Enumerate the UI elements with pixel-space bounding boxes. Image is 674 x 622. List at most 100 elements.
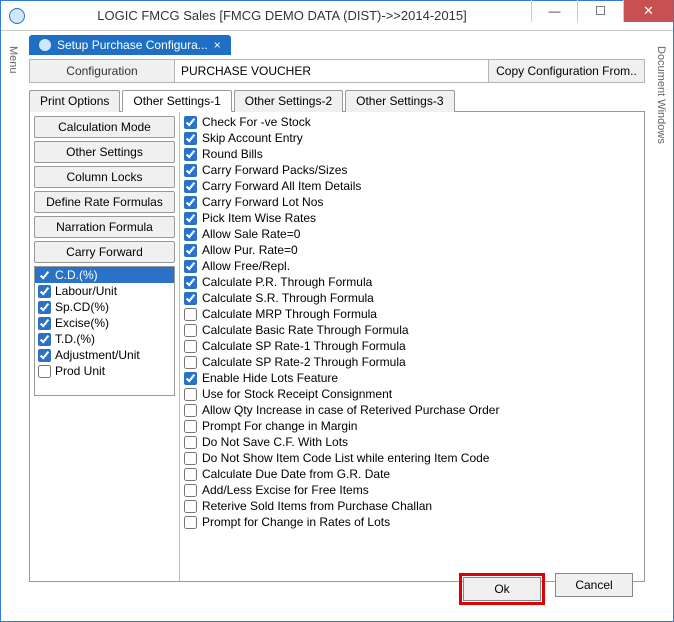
settings-checkbox[interactable] — [184, 116, 197, 129]
settings-check-row[interactable]: Prompt for Change in Rates of Lots — [184, 514, 640, 530]
panel-button[interactable]: Narration Formula — [34, 216, 175, 238]
settings-checkbox[interactable] — [184, 420, 197, 433]
settings-check-row[interactable]: Prompt For change in Margin — [184, 418, 640, 434]
carry-forward-item[interactable]: T.D.(%) — [35, 331, 174, 347]
settings-check-row[interactable]: Calculate SP Rate-1 Through Formula — [184, 338, 640, 354]
carry-forward-item[interactable]: Labour/Unit — [35, 283, 174, 299]
settings-checkbox[interactable] — [184, 228, 197, 241]
document-tabs: Setup Purchase Configura... × — [29, 33, 645, 57]
carry-forward-list[interactable]: C.D.(%)Labour/UnitSp.CD(%)Excise(%)T.D.(… — [34, 266, 175, 396]
carry-forward-checkbox[interactable] — [38, 285, 51, 298]
settings-check-label: Use for Stock Receipt Consignment — [202, 387, 392, 401]
settings-check-row[interactable]: Add/Less Excise for Free Items — [184, 482, 640, 498]
settings-checkbox[interactable] — [184, 244, 197, 257]
settings-check-row[interactable]: Calculate Due Date from G.R. Date — [184, 466, 640, 482]
settings-check-row[interactable]: Do Not Save C.F. With Lots — [184, 434, 640, 450]
settings-tab[interactable]: Other Settings-2 — [234, 90, 343, 112]
copy-config-button[interactable]: Copy Configuration From.. — [489, 60, 644, 82]
close-button[interactable] — [623, 0, 673, 22]
settings-check-label: Allow Pur. Rate=0 — [202, 243, 298, 257]
settings-check-row[interactable]: Use for Stock Receipt Consignment — [184, 386, 640, 402]
config-row: Configuration PURCHASE VOUCHER Copy Conf… — [29, 59, 645, 83]
settings-check-row[interactable]: Pick Item Wise Rates — [184, 210, 640, 226]
settings-checkbox[interactable] — [184, 436, 197, 449]
settings-checkbox[interactable] — [184, 500, 197, 513]
settings-check-row[interactable]: Allow Qty Increase in case of Reterived … — [184, 402, 640, 418]
tab-app-icon — [39, 39, 51, 51]
settings-checkbox[interactable] — [184, 180, 197, 193]
carry-forward-checkbox[interactable] — [38, 349, 51, 362]
settings-checkbox[interactable] — [184, 356, 197, 369]
settings-check-row[interactable]: Enable Hide Lots Feature — [184, 370, 640, 386]
panel-button[interactable]: Other Settings — [34, 141, 175, 163]
settings-checkbox[interactable] — [184, 164, 197, 177]
carry-forward-checkbox[interactable] — [38, 365, 51, 378]
settings-checkbox[interactable] — [184, 260, 197, 273]
settings-check-row[interactable]: Carry Forward Lot Nos — [184, 194, 640, 210]
config-value[interactable]: PURCHASE VOUCHER — [175, 60, 489, 82]
settings-check-row[interactable]: Carry Forward Packs/Sizes — [184, 162, 640, 178]
carry-forward-label: Sp.CD(%) — [55, 300, 109, 314]
settings-check-row[interactable]: Allow Free/Repl. — [184, 258, 640, 274]
maximize-button[interactable] — [577, 0, 623, 22]
carry-forward-item[interactable]: C.D.(%) — [35, 267, 174, 283]
settings-checkbox[interactable] — [184, 212, 197, 225]
settings-checkbox[interactable] — [184, 276, 197, 289]
panel-button[interactable]: Column Locks — [34, 166, 175, 188]
settings-check-label: Pick Item Wise Rates — [202, 211, 316, 225]
settings-checkbox[interactable] — [184, 132, 197, 145]
carry-forward-label: Adjustment/Unit — [55, 348, 140, 362]
ok-button[interactable]: Ok — [463, 577, 541, 601]
settings-check-row[interactable]: Calculate MRP Through Formula — [184, 306, 640, 322]
settings-check-row[interactable]: Skip Account Entry — [184, 130, 640, 146]
settings-check-row[interactable]: Allow Pur. Rate=0 — [184, 242, 640, 258]
settings-checkbox[interactable] — [184, 196, 197, 209]
settings-check-label: Skip Account Entry — [202, 131, 303, 145]
settings-check-row[interactable]: Reterive Sold Items from Purchase Challa… — [184, 498, 640, 514]
settings-checkbox[interactable] — [184, 340, 197, 353]
settings-check-row[interactable]: Calculate P.R. Through Formula — [184, 274, 640, 290]
settings-check-list[interactable]: Check For -ve StockSkip Account EntryRou… — [180, 112, 644, 581]
settings-check-row[interactable]: Carry Forward All Item Details — [184, 178, 640, 194]
documents-sidebar-label[interactable]: Document Windows — [655, 46, 667, 144]
panel-button[interactable]: Calculation Mode — [34, 116, 175, 138]
settings-checkbox[interactable] — [184, 452, 197, 465]
settings-checkbox[interactable] — [184, 388, 197, 401]
settings-check-row[interactable]: Calculate Basic Rate Through Formula — [184, 322, 640, 338]
carry-forward-item[interactable]: Prod Unit — [35, 363, 174, 379]
minimize-button[interactable] — [531, 0, 577, 22]
settings-tab[interactable]: Other Settings-1 — [122, 90, 231, 112]
carry-forward-checkbox[interactable] — [38, 333, 51, 346]
settings-check-row[interactable]: Do Not Show Item Code List while enterin… — [184, 450, 640, 466]
carry-forward-item[interactable]: Adjustment/Unit — [35, 347, 174, 363]
settings-checkbox[interactable] — [184, 148, 197, 161]
settings-tab[interactable]: Print Options — [29, 90, 120, 112]
settings-check-label: Carry Forward All Item Details — [202, 179, 361, 193]
document-tab-active[interactable]: Setup Purchase Configura... × — [29, 35, 231, 55]
carry-forward-checkbox[interactable] — [38, 269, 51, 282]
menu-sidebar-label[interactable]: Menu — [7, 46, 19, 74]
settings-check-row[interactable]: Allow Sale Rate=0 — [184, 226, 640, 242]
settings-check-row[interactable]: Round Bills — [184, 146, 640, 162]
settings-check-row[interactable]: Check For -ve Stock — [184, 114, 640, 130]
settings-check-row[interactable]: Calculate SP Rate-2 Through Formula — [184, 354, 640, 370]
settings-checkbox[interactable] — [184, 468, 197, 481]
settings-checkbox[interactable] — [184, 484, 197, 497]
carry-forward-item[interactable]: Excise(%) — [35, 315, 174, 331]
carry-forward-checkbox[interactable] — [38, 301, 51, 314]
panel-button[interactable]: Carry Forward — [34, 241, 175, 263]
panel-button[interactable]: Define Rate Formulas — [34, 191, 175, 213]
carry-forward-item[interactable]: Sp.CD(%) — [35, 299, 174, 315]
settings-checkbox[interactable] — [184, 292, 197, 305]
cancel-button[interactable]: Cancel — [555, 573, 633, 597]
settings-checkbox[interactable] — [184, 404, 197, 417]
settings-checkbox[interactable] — [184, 516, 197, 529]
settings-checkbox[interactable] — [184, 324, 197, 337]
settings-tab[interactable]: Other Settings-3 — [345, 90, 454, 112]
ok-highlight: Ok — [459, 573, 545, 605]
settings-checkbox[interactable] — [184, 308, 197, 321]
tab-close-icon[interactable]: × — [214, 38, 221, 52]
settings-checkbox[interactable] — [184, 372, 197, 385]
carry-forward-checkbox[interactable] — [38, 317, 51, 330]
settings-check-row[interactable]: Calculate S.R. Through Formula — [184, 290, 640, 306]
